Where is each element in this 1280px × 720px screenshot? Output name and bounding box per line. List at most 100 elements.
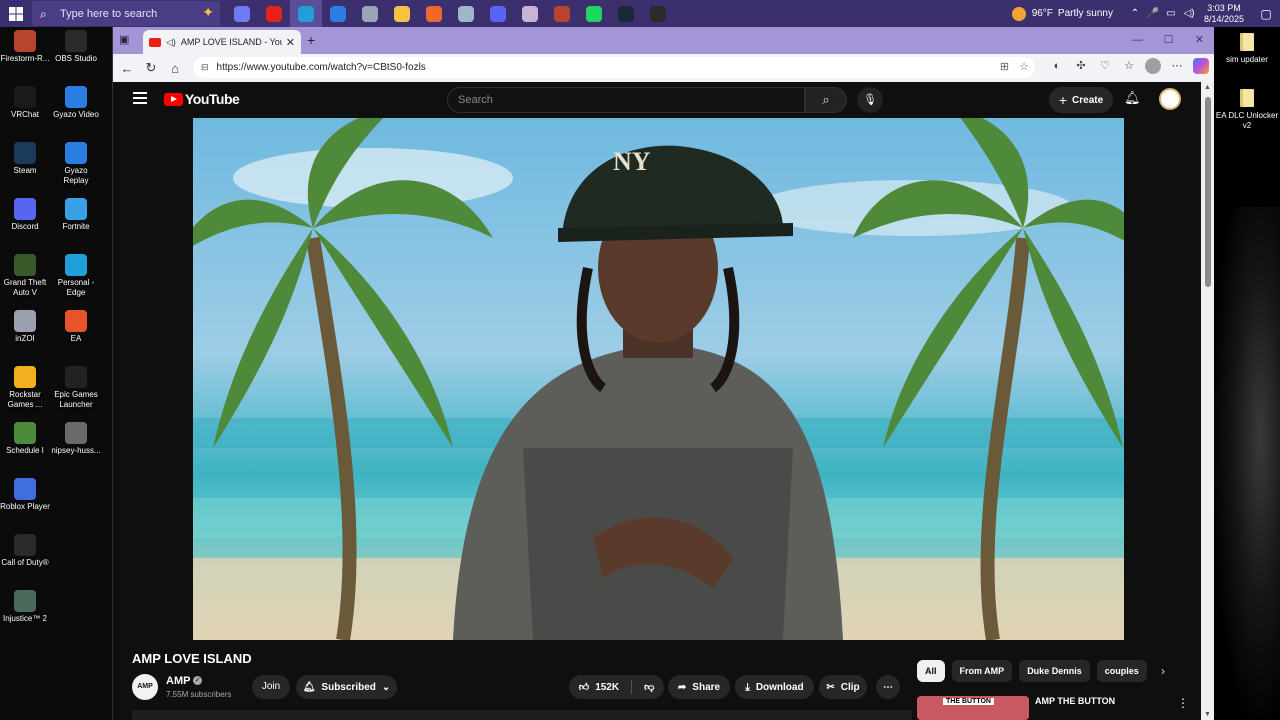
new-tab-icon[interactable]: + xyxy=(307,32,315,48)
browser-essentials-icon[interactable]: ♡ xyxy=(1097,58,1113,74)
chip-from-amp[interactable]: From AMP xyxy=(951,660,1013,682)
desktop-shortcut[interactable]: nipsey-huss... xyxy=(51,422,101,456)
tab-actions-icon[interactable]: ▣ xyxy=(119,33,133,47)
share-button[interactable]: ➦ Share xyxy=(668,675,730,699)
extensions-puzzle-icon[interactable]: ✣ xyxy=(1073,58,1089,74)
desktop-folder-ea-dlc[interactable]: EA DLC Unlocker v2 xyxy=(1215,89,1279,131)
back-icon[interactable]: ← xyxy=(115,61,139,76)
taskbar-app[interactable] xyxy=(642,0,674,27)
notifications-bell-icon[interactable]: 🔔︎ xyxy=(1124,90,1141,106)
join-button[interactable]: Join xyxy=(252,675,290,699)
desktop-shortcut[interactable]: Personal - Edge xyxy=(51,254,101,298)
scroll-up-icon[interactable]: ▲ xyxy=(1204,84,1211,91)
weather-widget[interactable]: 96°F Partly sunny xyxy=(1011,6,1118,21)
start-button[interactable] xyxy=(0,0,32,27)
desktop-shortcut[interactable]: EA xyxy=(51,310,101,344)
desktop-shortcut[interactable]: OBS Studio xyxy=(51,30,101,64)
volume-icon[interactable]: ◁) xyxy=(1181,0,1197,27)
taskbar-app[interactable] xyxy=(578,0,610,27)
desktop-shortcut[interactable]: Grand Theft Auto V xyxy=(0,254,50,298)
subscribed-button[interactable]: 🔔︎ Subscribed ⌄ xyxy=(296,675,397,699)
speaker-icon[interactable]: ◁) xyxy=(166,37,176,48)
scrollbar-thumb[interactable] xyxy=(1205,97,1211,287)
clip-button[interactable]: ✂ Clip xyxy=(819,675,867,699)
tab-youtube[interactable]: ◁) AMP LOVE ISLAND - YouTube ✕ xyxy=(143,30,301,54)
copilot-icon[interactable] xyxy=(1193,58,1209,74)
desktop-shortcut[interactable]: Firestorm-R... xyxy=(0,30,50,64)
desktop-shortcut[interactable]: Schedule I xyxy=(0,422,50,456)
chip-duke-dennis[interactable]: Duke Dennis xyxy=(1019,660,1090,682)
recommended-thumbnail[interactable]: THE BUTTON xyxy=(917,696,1029,720)
taskbar-app[interactable] xyxy=(290,0,322,27)
microphone-icon[interactable]: 🎤 xyxy=(1145,0,1161,27)
desktop-shortcut[interactable]: Call of Duty® xyxy=(0,534,50,568)
refresh-icon[interactable]: ↻ xyxy=(139,60,163,76)
desktop-shortcut[interactable]: Discord xyxy=(0,198,50,232)
taskbar-app[interactable] xyxy=(546,0,578,27)
account-avatar[interactable] xyxy=(1159,88,1181,110)
favorites-icon[interactable]: ☆ xyxy=(1121,58,1137,74)
taskbar-app[interactable] xyxy=(386,0,418,27)
chip-all[interactable]: All xyxy=(917,660,945,682)
taskbar-app[interactable] xyxy=(322,0,354,27)
youtube-logo[interactable]: YouTube xyxy=(164,91,240,107)
scroll-down-icon[interactable]: ▼ xyxy=(1204,711,1211,718)
video-player[interactable]: NY xyxy=(193,118,1124,640)
channel-avatar[interactable]: AMP xyxy=(132,674,158,700)
maximize-icon[interactable]: ☐ xyxy=(1153,27,1184,54)
home-icon[interactable]: ⌂ xyxy=(163,61,187,76)
youtube-search-input[interactable]: Search xyxy=(447,87,805,113)
menu-icon[interactable] xyxy=(133,92,147,104)
download-button[interactable]: ⤓ Download xyxy=(735,675,814,699)
sparkle-icon[interactable]: ✦ xyxy=(202,4,214,21)
close-tab-icon[interactable]: ✕ xyxy=(286,36,295,49)
create-button[interactable]: + Create xyxy=(1049,87,1113,113)
profile-icon[interactable] xyxy=(1145,58,1161,74)
close-window-icon[interactable]: ✕ xyxy=(1184,27,1215,54)
address-bar[interactable]: ⊟ https://www.youtube.com/watch?v=CBtS0-… xyxy=(193,57,1035,78)
taskbar-app[interactable] xyxy=(482,0,514,27)
channel-name[interactable]: AMP xyxy=(166,675,190,687)
voice-search-icon[interactable]: 🎙 xyxy=(857,87,883,113)
chip-couples[interactable]: couples xyxy=(1096,660,1147,682)
taskbar-app[interactable] xyxy=(514,0,546,27)
chevron-right-icon[interactable]: › xyxy=(1161,664,1165,678)
like-count[interactable]: 152K xyxy=(595,682,619,693)
dislike-icon[interactable]: 👎︎ xyxy=(644,681,654,693)
chevron-up-icon[interactable]: ⌃ xyxy=(1127,0,1143,27)
desktop-shortcut[interactable]: VRChat xyxy=(0,86,50,120)
minimize-icon[interactable]: — xyxy=(1122,27,1153,54)
desktop-shortcut[interactable]: Roblox Player xyxy=(0,478,50,512)
desktop-shortcut[interactable]: Steam xyxy=(0,142,50,176)
site-info-icon[interactable]: ⊟ xyxy=(201,62,209,73)
more-actions-icon[interactable]: ⋯ xyxy=(876,675,900,699)
desktop-shortcut[interactable]: Injustice™ 2 xyxy=(0,590,50,624)
page-scrollbar[interactable]: ▲ ▼ xyxy=(1201,82,1215,720)
desktop-folder-sim-updater[interactable]: sim updater xyxy=(1215,33,1279,65)
desktop-shortcut[interactable]: Epic Games Launcher xyxy=(51,366,101,410)
search-icon[interactable]: ⌕ xyxy=(805,87,847,113)
favorite-star-icon[interactable]: ☆ xyxy=(1019,60,1029,73)
desktop-shortcut[interactable]: Fortnite xyxy=(51,198,101,232)
desktop-shortcut[interactable]: Gyazo Video xyxy=(51,86,101,120)
clock[interactable]: 3:03 PM 8/14/2025 xyxy=(1204,3,1244,25)
network-icon[interactable]: ▭ xyxy=(1163,0,1179,27)
taskbar-app[interactable] xyxy=(610,0,642,27)
desktop-shortcut[interactable]: Rockstar Games ... xyxy=(0,366,50,410)
desktop-shortcut[interactable]: Gyazo Replay xyxy=(51,142,101,186)
more-vert-icon[interactable]: ⋮ xyxy=(1177,696,1189,710)
taskbar-app[interactable] xyxy=(354,0,386,27)
taskbar-app[interactable] xyxy=(418,0,450,27)
notifications-icon[interactable]: ▢ xyxy=(1252,7,1280,21)
taskbar-app[interactable] xyxy=(226,0,258,27)
taskbar-app[interactable] xyxy=(450,0,482,27)
like-icon[interactable]: 👍︎ xyxy=(579,681,589,693)
app-available-icon[interactable]: ⊞ xyxy=(1000,60,1009,73)
taskbar-search[interactable]: ⌕ Type here to search ✦ xyxy=(32,1,220,26)
extension-icon[interactable]: ◐ xyxy=(1049,58,1065,74)
recommended-title[interactable]: AMP THE BUTTON xyxy=(1035,696,1115,706)
taskbar-app[interactable] xyxy=(258,0,290,27)
address-toolbar: ← ↻ ⌂ ⊟ https://www.youtube.com/watch?v=… xyxy=(113,54,1215,82)
desktop-shortcut[interactable]: inZOI xyxy=(0,310,50,344)
more-icon[interactable]: ⋯ xyxy=(1169,58,1185,74)
